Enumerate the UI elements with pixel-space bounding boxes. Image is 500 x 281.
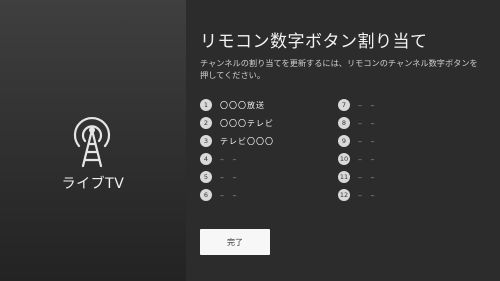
channel-number-badge: 8 [338, 117, 350, 129]
channel-number-badge: 3 [200, 135, 212, 147]
channel-name: – – [220, 172, 240, 182]
sidebar-panel: ライブTV [0, 0, 186, 281]
instruction-text: チャンネルの割り当てを更新するには、リモコンのチャンネル数字ボタンを押してくださ… [200, 58, 478, 80]
channel-number-badge: 2 [200, 117, 212, 129]
channel-row: 4 – – [200, 150, 320, 168]
channel-row: 8 – – [338, 114, 458, 132]
channel-row: 3 テレビ〇〇〇 [200, 132, 320, 150]
channel-number-badge: 4 [200, 153, 212, 165]
channel-row: 12 – – [338, 186, 458, 204]
channel-number-badge: 6 [200, 189, 212, 201]
channel-name: 〇〇〇テレビ [220, 118, 274, 128]
remote-number-assignment-screen: ライブTV リモコン数字ボタン割り当て チャンネルの割り当てを更新するには、リモ… [0, 0, 500, 281]
channel-name: – – [358, 136, 378, 146]
channel-list-right: 7 – – 8 – – 9 – – 10 – – 11 – – 12 – – [338, 96, 458, 204]
channel-row: 9 – – [338, 132, 458, 150]
channel-number-badge: 9 [338, 135, 350, 147]
live-tv-label: ライブTV [61, 176, 125, 192]
channel-row: 6 – – [200, 186, 320, 204]
page-title: リモコン数字ボタン割り当て [200, 32, 428, 52]
channel-number-badge: 1 [200, 99, 212, 111]
channel-name: – – [220, 190, 240, 200]
channel-name: – – [358, 100, 378, 110]
channel-number-badge: 10 [338, 153, 350, 165]
channel-name: – – [358, 190, 378, 200]
channel-row: 1 〇〇〇放送 [200, 96, 320, 114]
channel-number-badge: 7 [338, 99, 350, 111]
channel-name: – – [358, 154, 378, 164]
channel-row: 10 – – [338, 150, 458, 168]
done-button[interactable]: 完了 [200, 229, 270, 255]
channel-name: – – [358, 118, 378, 128]
channel-row: 5 – – [200, 168, 320, 186]
channel-name: – – [220, 154, 240, 164]
channel-name: 〇〇〇放送 [220, 100, 265, 110]
broadcast-tower-icon [73, 117, 111, 168]
channel-name: テレビ〇〇〇 [220, 136, 274, 146]
channel-number-badge: 11 [338, 171, 350, 183]
channel-row: 11 – – [338, 168, 458, 186]
channel-number-badge: 5 [200, 171, 212, 183]
channel-name: – – [358, 172, 378, 182]
channel-number-badge: 12 [338, 189, 350, 201]
channel-row: 7 – – [338, 96, 458, 114]
channel-row: 2 〇〇〇テレビ [200, 114, 320, 132]
channel-list-left: 1 〇〇〇放送 2 〇〇〇テレビ 3 テレビ〇〇〇 4 – – 5 – – 6 … [200, 96, 320, 204]
